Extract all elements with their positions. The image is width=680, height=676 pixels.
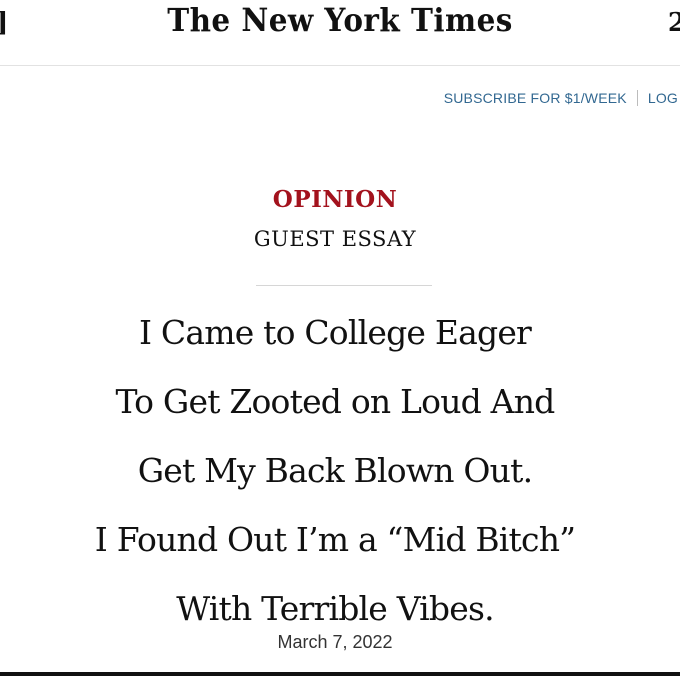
headline-line: Get My Back Blown Out. — [137, 451, 533, 490]
kicker-divider — [256, 285, 432, 286]
headline-line: To Get Zooted on Loud And — [115, 382, 556, 421]
account-bar: SUBSCRIBE FOR $1/WEEK LOG — [444, 90, 680, 106]
bottom-border — [0, 672, 680, 676]
nyt-masthead-logo[interactable]: The New York Times — [27, 0, 653, 36]
headline-line: I Found Out I’m a “Mid Bitch” — [94, 520, 576, 559]
right-edge-glyph: 2 — [667, 8, 680, 38]
opinion-kicker[interactable]: OPINION — [0, 186, 670, 213]
guest-essay-label: GUEST ESSAY — [253, 227, 417, 251]
article-headline: I Came to College Eager To Get Zooted on… — [0, 298, 670, 643]
headline-line: I Came to College Eager — [138, 313, 532, 352]
header-divider — [0, 65, 680, 66]
publish-date: March 7, 2022 — [277, 632, 393, 652]
account-bar-separator — [636, 90, 638, 106]
login-link[interactable]: LOG — [648, 90, 680, 106]
left-edge-glyph: ] — [0, 10, 8, 36]
subscribe-link[interactable]: SUBSCRIBE FOR $1/WEEK — [444, 90, 627, 106]
